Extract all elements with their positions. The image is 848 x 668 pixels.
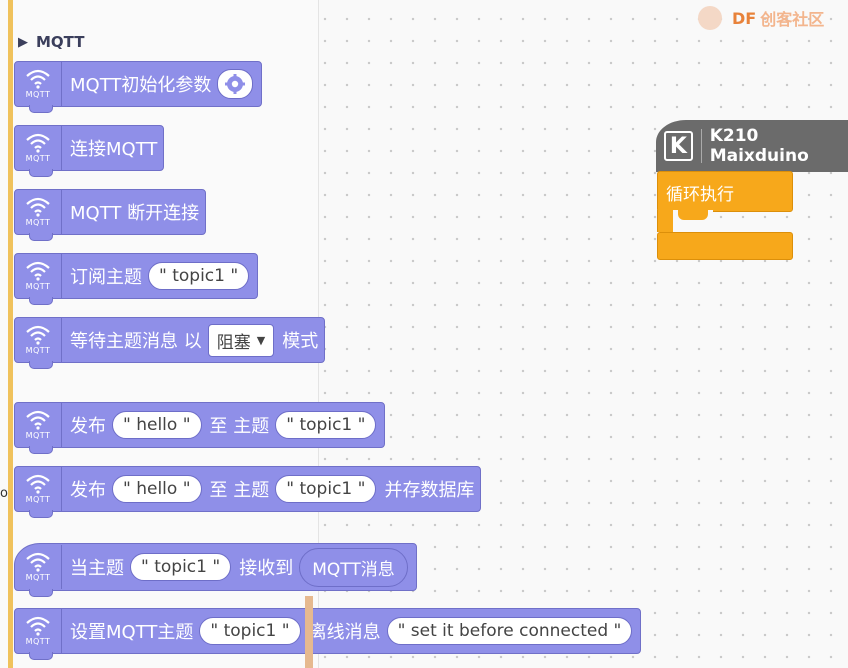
wifi-icon: MQTT: [15, 62, 62, 106]
block-mqtt-publish[interactable]: MQTT 发布 " hello " 至 主题 " topic1 ": [14, 402, 386, 454]
block-label: MQTT初始化参数: [70, 75, 212, 96]
block-label: 当主题: [70, 558, 124, 579]
wifi-icon: MQTT: [15, 609, 62, 653]
logo-site: 创客社区: [760, 10, 825, 29]
k210-hat-label: K210 Maixduino: [709, 126, 809, 166]
block-mqtt-lastwill[interactable]: MQTT 设置MQTT主题 " topic1 " 离线消息 " set it b…: [14, 608, 642, 660]
topic-input[interactable]: " topic1 ": [130, 553, 232, 581]
topic-input[interactable]: " topic1 ": [199, 617, 301, 645]
icon-caption: MQTT: [25, 637, 51, 646]
icon-caption: MQTT: [25, 154, 51, 163]
block-mqtt-on-receive[interactable]: MQTT 当主题 " topic1 " 接收到 MQTT消息: [14, 543, 417, 597]
wifi-icon: MQTT: [15, 467, 62, 511]
icon-caption: MQTT: [25, 495, 51, 504]
mode-value: 阻塞: [216, 332, 251, 353]
message-input[interactable]: " hello ": [112, 475, 202, 503]
k210-logo-icon: K: [664, 131, 693, 161]
chevron-down-icon: ▼: [256, 333, 266, 347]
block-suffix: 并存数据库: [384, 480, 475, 501]
block-mqtt-wait[interactable]: MQTT 等待主题消息 以 阻塞 ▼ 模式: [14, 317, 326, 369]
logo-bubble-icon: [698, 6, 722, 30]
block-flyout: ▶ MQTT o MQTT MQTT初始化参数 MQTT 连接MQTT MQTT…: [0, 0, 642, 668]
block-label: 发布: [70, 416, 106, 437]
loop-label: 循环执行: [666, 185, 734, 205]
drag-indicator: [305, 596, 313, 668]
k210-main-hat-block[interactable]: K K210 Maixduino: [656, 120, 848, 172]
topic-input[interactable]: " topic1 ": [148, 262, 250, 290]
flyout-scrollbar[interactable]: [8, 0, 13, 668]
hat-separator: [700, 129, 702, 163]
icon-caption: MQTT: [25, 346, 51, 355]
block-label: 发布: [70, 480, 106, 501]
mode-dropdown[interactable]: 阻塞 ▼: [207, 323, 275, 357]
block-mqtt-publish-save[interactable]: MQTT 发布 " hello " 至 主题 " topic1 " 并存数据库: [14, 466, 482, 518]
block-to-label: 至 主题: [209, 416, 270, 437]
block-label: 设置MQTT主题: [70, 622, 194, 643]
icon-caption: MQTT: [25, 218, 51, 227]
loop-bottom: [657, 232, 793, 260]
block-mqtt-disconnect[interactable]: MQTT MQTT 断开连接: [14, 189, 207, 241]
icon-caption: MQTT: [25, 431, 51, 440]
message-input[interactable]: " set it before connected ": [386, 617, 633, 645]
block-mqtt-subscribe[interactable]: MQTT 订阅主题 " topic1 ": [14, 253, 259, 305]
icon-caption: MQTT: [25, 573, 51, 582]
loop-forever-block[interactable]: 循环执行: [657, 171, 793, 212]
wifi-icon: MQTT: [15, 403, 62, 447]
block-offline-label: 离线消息: [308, 622, 381, 643]
block-suffix: 模式: [282, 331, 319, 352]
collapse-triangle-icon[interactable]: ▶: [18, 35, 28, 50]
loop-arm: [657, 210, 674, 232]
block-label: MQTT 断开连接: [70, 203, 200, 224]
clipped-text: o: [0, 486, 8, 501]
mqtt-message-reporter[interactable]: MQTT消息: [299, 547, 408, 587]
wifi-icon: MQTT: [15, 318, 62, 362]
topic-input[interactable]: " topic1 ": [275, 411, 377, 439]
block-mqtt-connect[interactable]: MQTT 连接MQTT: [14, 125, 165, 177]
block-label: 等待主题消息 以: [70, 331, 202, 352]
icon-caption: MQTT: [25, 90, 51, 99]
block-to-label: 至 主题: [209, 480, 270, 501]
wifi-icon: MQTT: [15, 254, 62, 298]
wifi-icon: MQTT: [15, 545, 62, 589]
loop-slot-tab: [678, 210, 708, 220]
topic-input[interactable]: " topic1 ": [275, 475, 377, 503]
block-label: 连接MQTT: [70, 139, 158, 160]
logo-brand: DF: [732, 8, 757, 28]
category-label: MQTT: [36, 33, 85, 51]
message-input[interactable]: " hello ": [112, 411, 202, 439]
wifi-icon: MQTT: [15, 190, 62, 234]
gear-icon[interactable]: [217, 69, 254, 99]
category-header-mqtt[interactable]: ▶ MQTT: [18, 33, 85, 51]
block-mqtt-init[interactable]: MQTT MQTT初始化参数: [14, 61, 263, 113]
site-logo: DF 创客社区: [698, 6, 824, 30]
icon-caption: MQTT: [25, 282, 51, 291]
block-recv-label: 接收到: [239, 558, 294, 579]
wifi-icon: MQTT: [15, 126, 62, 170]
block-label: 订阅主题: [70, 267, 142, 288]
